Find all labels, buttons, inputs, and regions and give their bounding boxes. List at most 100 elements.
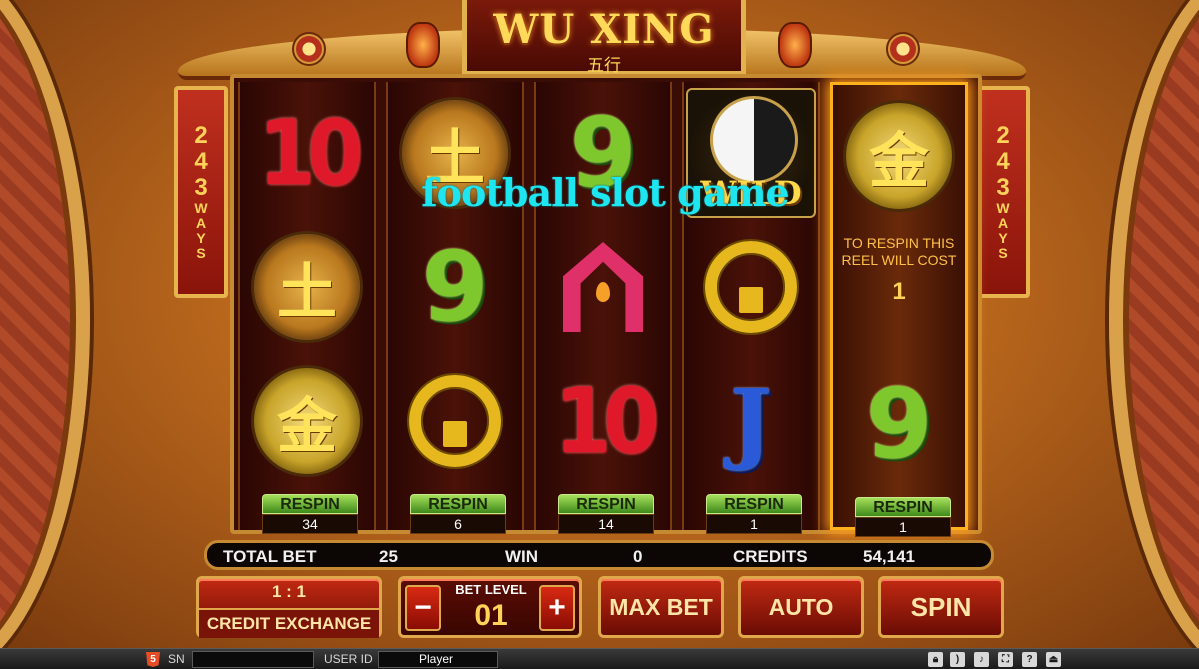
ways-digit: 4 bbox=[996, 148, 1010, 175]
bet-increase-button[interactable]: + bbox=[539, 585, 575, 631]
max-bet-button[interactable]: MAX BET bbox=[598, 576, 724, 638]
ways-letter: Y bbox=[998, 230, 1008, 246]
lantern-icon bbox=[778, 22, 812, 68]
spin-button[interactable]: SPIN bbox=[878, 576, 1004, 638]
html5-icon: 5 bbox=[146, 652, 160, 667]
right-ornament-frame bbox=[1109, 0, 1199, 648]
credits-label: CREDITS bbox=[733, 547, 808, 566]
ways-banner-right: 2 4 3 W A Y S bbox=[976, 86, 1030, 298]
symbol-10: 10 bbox=[258, 100, 364, 206]
help-icon[interactable]: ? bbox=[1022, 652, 1037, 667]
flame-icon bbox=[596, 282, 610, 302]
fire-arch-symbol bbox=[563, 242, 643, 332]
info-bar: TOTAL BET 25 WIN 0 CREDITS 54,141 bbox=[204, 540, 994, 570]
metal-coin-symbol: 金 bbox=[843, 100, 955, 212]
lantern-icon bbox=[406, 22, 440, 68]
roof-medallion-icon bbox=[886, 32, 920, 66]
left-ornament-frame bbox=[0, 0, 90, 648]
gold-ring-symbol bbox=[705, 241, 797, 333]
respin-button[interactable]: RESPIN bbox=[558, 494, 654, 514]
ways-letter: S bbox=[196, 245, 206, 261]
sn-label: SN bbox=[168, 652, 185, 666]
auto-play-button[interactable]: AUTO PLAY bbox=[738, 576, 864, 638]
reel-1: 10 土金 RESPIN 34 bbox=[238, 82, 376, 534]
ways-banner-left: 2 4 3 W A Y S bbox=[174, 86, 228, 298]
reel-cell: 9 bbox=[833, 357, 965, 491]
bet-level-label: BET LEVEL bbox=[455, 582, 527, 597]
respin-control: RESPIN 1 bbox=[855, 497, 951, 539]
ways-letter: S bbox=[998, 245, 1008, 261]
respin-cost-value: 1 bbox=[892, 278, 906, 305]
reel-5: 金 9 TO RESPIN THIS REEL WILL COST 1 RESPIN 1 bbox=[830, 82, 968, 537]
respin-control: RESPIN 1 bbox=[706, 494, 802, 536]
credits-value: 54,141 bbox=[863, 547, 915, 566]
rss-icon[interactable]: ) bbox=[950, 652, 965, 667]
user-id-field: Player bbox=[378, 651, 498, 668]
reel-cell: 10 bbox=[240, 86, 374, 220]
respin-cost: 6 bbox=[410, 514, 506, 534]
total-bet-label: TOTAL BET bbox=[223, 547, 317, 566]
credit-exchange-button[interactable]: 1 : 1 CREDIT EXCHANGE bbox=[196, 576, 382, 638]
respin-cost: 14 bbox=[558, 514, 654, 534]
respin-button[interactable]: RESPIN bbox=[262, 494, 358, 514]
exit-icon[interactable]: ⏏ bbox=[1046, 652, 1061, 667]
symbol-j: J bbox=[730, 369, 772, 473]
symbol-9: 9 bbox=[421, 231, 489, 343]
respin-button[interactable]: RESPIN bbox=[855, 497, 951, 517]
respin-cost: 34 bbox=[262, 514, 358, 534]
symbol-9: 9 bbox=[865, 368, 933, 480]
bet-level-control: − BET LEVEL 01 + bbox=[398, 576, 582, 638]
respin-cost-message: TO RESPIN THIS REEL WILL COST 1 bbox=[833, 235, 965, 305]
sound-icon[interactable]: ♪ bbox=[974, 652, 989, 667]
credit-ratio: 1 : 1 bbox=[271, 582, 307, 601]
respin-cost: 1 bbox=[855, 517, 951, 537]
overlay-caption: football slot game bbox=[421, 170, 789, 215]
fullscreen-icon[interactable]: ⛶ bbox=[998, 652, 1013, 667]
ways-letter: W bbox=[194, 200, 208, 216]
metal-coin-symbol: 金 bbox=[251, 365, 363, 477]
total-bet-value: 25 bbox=[379, 547, 398, 566]
reel-area: 10 土金 RESPIN 34 土 9 RESPIN 6 9 10 RESPIN 14 WILD J RES… bbox=[230, 74, 982, 537]
coin-glyph: 土 bbox=[277, 258, 337, 326]
coin-glyph: 金 bbox=[277, 392, 337, 460]
user-id-label: USER ID bbox=[324, 652, 373, 666]
reel-cell bbox=[388, 354, 522, 488]
reel-cell: 10 bbox=[536, 354, 670, 488]
respin-cost: 1 bbox=[706, 514, 802, 534]
game-stage: WU XING 五行 2 4 3 W A Y S 2 4 3 W A Y S 1… bbox=[0, 0, 1199, 648]
win-label: WIN bbox=[505, 547, 539, 566]
win-value: 0 bbox=[633, 547, 643, 566]
reel-cell bbox=[536, 220, 670, 354]
roof-medallion-icon bbox=[292, 32, 326, 66]
respin-control: RESPIN 14 bbox=[558, 494, 654, 536]
credit-exchange-label: CREDIT EXCHANGE bbox=[199, 608, 379, 638]
lock-icon[interactable]: 🔒︎ bbox=[928, 652, 943, 667]
game-subtitle: 五行 bbox=[587, 56, 621, 76]
ways-letter: A bbox=[997, 215, 1009, 231]
respin-cost-text: TO RESPIN THIS REEL WILL COST bbox=[841, 235, 957, 268]
coin-glyph: 金 bbox=[869, 127, 929, 195]
symbol-10: 10 bbox=[554, 368, 660, 474]
game-title: WU XING bbox=[493, 6, 715, 53]
ways-digit: 4 bbox=[194, 148, 208, 175]
ways-letter: Y bbox=[196, 230, 206, 246]
ways-digit: 2 bbox=[194, 122, 208, 149]
respin-button[interactable]: RESPIN bbox=[706, 494, 802, 514]
respin-button[interactable]: RESPIN bbox=[410, 494, 506, 514]
ways-digit: 2 bbox=[996, 122, 1010, 149]
respin-control: RESPIN 6 bbox=[410, 494, 506, 536]
ways-digit: 3 bbox=[194, 174, 208, 201]
status-bar: 5 SN USER ID Player 🔒︎ ) ♪ ⛶ ? ⏏ bbox=[0, 648, 1199, 669]
bet-level-value: 01 bbox=[474, 599, 508, 632]
reel-cell: 9 bbox=[388, 220, 522, 354]
ways-letter: W bbox=[996, 200, 1010, 216]
sn-field bbox=[192, 651, 314, 668]
ways-letter: A bbox=[195, 215, 207, 231]
gold-ring-symbol bbox=[409, 375, 501, 467]
respin-control: RESPIN 34 bbox=[262, 494, 358, 536]
bet-decrease-button[interactable]: − bbox=[405, 585, 441, 631]
reel-cell: 土 bbox=[240, 220, 374, 354]
game-title-board: WU XING 五行 bbox=[462, 0, 746, 76]
reel-4: WILD J RESPIN 1 bbox=[682, 82, 820, 534]
ways-digit: 3 bbox=[996, 174, 1010, 201]
